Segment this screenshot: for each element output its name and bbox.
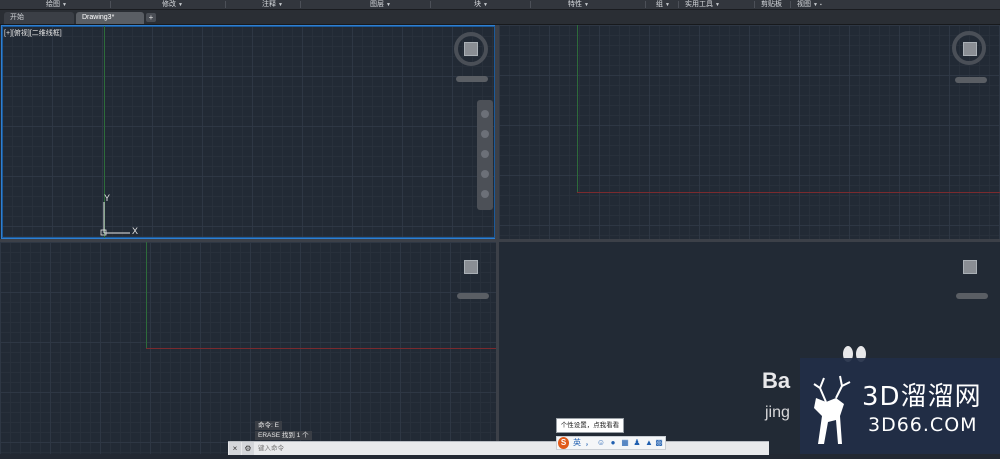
ime-tooltip: 个性设置，点我看看	[556, 418, 624, 433]
ribbon-modify-menu[interactable]: 修改 ▼	[162, 0, 183, 9]
orbit-icon[interactable]	[481, 170, 489, 178]
viewcube-icon[interactable]	[464, 42, 478, 56]
ribbon-view-menu[interactable]: 视图 ▼ ▪	[797, 0, 822, 9]
dropdown-arrow-icon: ▼	[386, 2, 391, 8]
viewcube-icon[interactable]	[963, 260, 977, 274]
ribbon-draw-label: 绘图	[46, 1, 60, 8]
y-axis-line	[577, 25, 578, 193]
close-icon[interactable]: ×	[229, 442, 241, 455]
ribbon-separator	[110, 1, 111, 8]
sogou-logo-icon[interactable]: S	[558, 437, 569, 449]
dropdown-arrow-icon: ▼	[278, 2, 283, 8]
wcs-menu-button[interactable]	[456, 76, 488, 82]
ucs-x-label: X	[132, 226, 138, 236]
3d66-url-text: 3D66.COM	[868, 414, 978, 436]
tools-icon[interactable]: ♟	[632, 437, 642, 449]
dropdown-arrow-icon: ▼	[665, 2, 670, 8]
ribbon-separator	[430, 1, 431, 8]
new-tab-button[interactable]: +	[146, 13, 156, 22]
viewport-bottom-left[interactable]	[0, 242, 496, 454]
wcs-menu-button[interactable]	[457, 293, 489, 299]
keyboard-icon[interactable]: ▦	[620, 437, 630, 449]
3d66-brand-text: 3D溜溜网	[862, 382, 982, 412]
steering-wheel-icon[interactable]	[481, 110, 489, 118]
tab-drawing3[interactable]: Drawing3*	[76, 12, 144, 24]
deer-logo-icon	[813, 375, 851, 444]
3d66-watermark: 3D溜溜网 3D66.COM	[800, 358, 1000, 454]
ribbon-separator	[754, 1, 755, 8]
navigation-bar[interactable]	[477, 100, 493, 210]
y-axis-line	[146, 242, 147, 348]
wrench-icon[interactable]: ⚙	[242, 442, 254, 455]
ribbon-layers-label: 图层	[370, 1, 384, 8]
viewport-top-right[interactable]	[499, 25, 1000, 239]
ribbon-properties-menu[interactable]: 特性 ▼	[568, 0, 589, 9]
menu-grid-icon[interactable]: ▩	[654, 437, 664, 449]
dropdown-arrow-icon: ▼	[813, 2, 818, 8]
panel-options-icon[interactable]: ▪	[820, 2, 822, 8]
ribbon-annotate-menu[interactable]: 注释 ▼	[262, 0, 283, 9]
x-axis-line	[146, 348, 496, 349]
command-input[interactable]	[258, 444, 758, 453]
viewcube-icon[interactable]	[464, 260, 478, 274]
emoji-icon[interactable]: ☺	[596, 437, 606, 449]
dropdown-arrow-icon: ▼	[178, 2, 183, 8]
ribbon-utilities-menu[interactable]: 实用工具 ▼	[685, 0, 720, 9]
ime-punct-toggle[interactable]: ，	[584, 437, 594, 449]
ribbon-separator	[300, 1, 301, 8]
zoom-icon[interactable]	[481, 150, 489, 158]
baidu-jingyan-watermark: jing	[765, 404, 790, 421]
command-line: × ⚙	[228, 441, 769, 455]
ribbon-layers-menu[interactable]: 图层 ▼	[370, 0, 391, 9]
ribbon-clipboard-label: 剪贴板	[761, 1, 782, 8]
command-history-line: 命令: E	[255, 421, 282, 430]
microphone-icon[interactable]: ●	[608, 437, 618, 449]
ime-toolbar[interactable]: S 英 ， ☺ ● ▦ ♟ ▲ ▩	[556, 436, 666, 450]
ribbon-separator	[678, 1, 679, 8]
baidu-watermark: Ba	[762, 368, 791, 393]
wcs-menu-button[interactable]	[955, 77, 987, 83]
dropdown-arrow-icon: ▼	[483, 2, 488, 8]
dropdown-arrow-icon: ▼	[584, 2, 589, 8]
dropdown-arrow-icon: ▼	[62, 2, 67, 8]
ucs-y-label: Y	[104, 193, 110, 203]
ribbon-clipboard-menu[interactable]: 剪贴板	[761, 0, 782, 9]
viewcube-icon[interactable]	[963, 42, 977, 56]
ribbon-groups-menu[interactable]: 组 ▼	[656, 0, 670, 9]
ribbon-view-label: 视图	[797, 1, 811, 8]
ribbon-separator	[225, 1, 226, 8]
x-axis-line	[577, 192, 1000, 193]
ribbon-groups-label: 组	[656, 1, 663, 8]
pan-icon[interactable]	[481, 130, 489, 138]
command-history-line: ERASE 找到 1 个	[255, 431, 312, 440]
ribbon-block-menu[interactable]: 块 ▼	[474, 0, 488, 9]
dropdown-arrow-icon: ▼	[715, 2, 720, 8]
skin-icon[interactable]: ▲	[644, 437, 654, 449]
ribbon-separator	[790, 1, 791, 8]
ribbon-separator	[645, 1, 646, 8]
wcs-menu-button[interactable]	[956, 293, 988, 299]
ribbon-panel-bar: 绘图 ▼ 修改 ▼ 注释 ▼ 图层 ▼ 块 ▼ 特性 ▼ 组 ▼ 实用工具 ▼ 剪贴板 视图 ▼ ▪	[0, 0, 1000, 10]
showmotion-icon[interactable]	[481, 190, 489, 198]
ribbon-block-label: 块	[474, 1, 481, 8]
ribbon-draw-menu[interactable]: 绘图 ▼	[46, 0, 67, 9]
viewport-top-left[interactable]: [+][俯视][二维线框] Y X	[1, 25, 496, 239]
ribbon-annotate-label: 注释	[262, 1, 276, 8]
ucs-icon: Y X	[100, 193, 138, 236]
ribbon-separator	[530, 1, 531, 8]
tab-start[interactable]: 开始	[4, 12, 74, 24]
ribbon-modify-label: 修改	[162, 1, 176, 8]
ribbon-utilities-label: 实用工具	[685, 1, 713, 8]
ime-lang-toggle[interactable]: 英	[572, 437, 582, 449]
ribbon-properties-label: 特性	[568, 1, 582, 8]
